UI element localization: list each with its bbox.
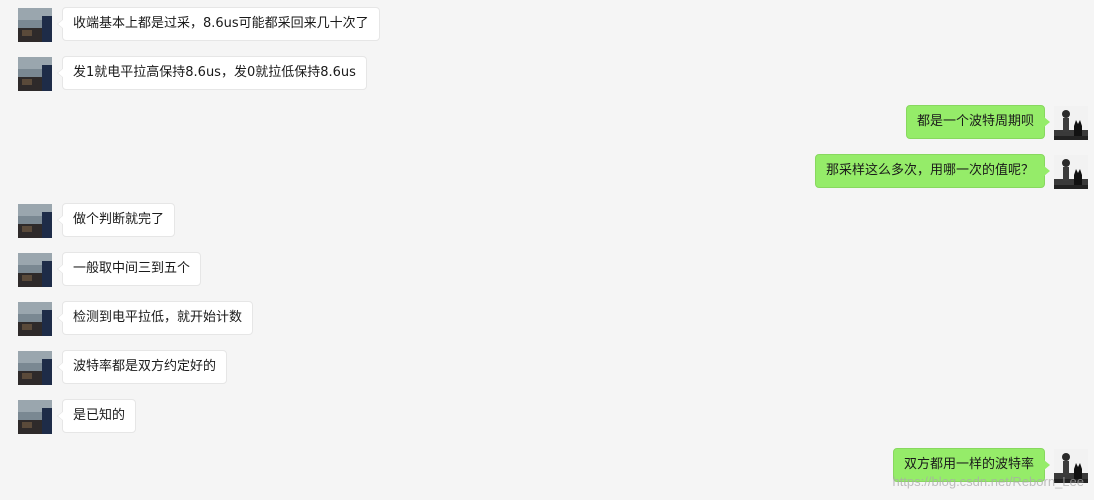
message-outgoing: 那采样这么多次，用哪一次的值呢？ — [0, 154, 1094, 190]
contact-avatar-icon[interactable] — [18, 400, 52, 434]
message-bubble[interactable]: 波特率都是双方约定好的 — [56, 350, 228, 384]
message-bubble[interactable]: 收端基本上都是过采，8.6us可能都采回来几十次了 — [57, 7, 380, 41]
message-bubble[interactable]: 是已知的 — [56, 399, 137, 433]
message-bubble[interactable]: 一般取中间三到五个 — [56, 252, 202, 286]
message-incoming: 是已知的 — [0, 399, 1094, 435]
contact-avatar-icon[interactable] — [18, 204, 52, 238]
message-bubble[interactable]: 检测到电平拉低，就开始计数 — [56, 301, 254, 335]
message-bubble[interactable]: 发1就电平拉高保持8.6us，发0就拉低保持8.6us — [57, 56, 367, 90]
contact-avatar-icon[interactable] — [18, 8, 52, 42]
message-incoming: 做个判断就完了 — [0, 203, 1094, 239]
message-incoming: 发1就电平拉高保持8.6us，发0就拉低保持8.6us — [0, 56, 1094, 92]
contact-avatar-icon[interactable] — [18, 253, 52, 287]
message-bubble[interactable]: 做个判断就完了 — [56, 203, 176, 237]
user-avatar-icon[interactable] — [1054, 106, 1088, 140]
watermark-text: https://blog.csdn.net/Reborn_Lee — [892, 474, 1084, 489]
message-incoming: 收端基本上都是过采，8.6us可能都采回来几十次了 — [0, 7, 1094, 43]
message-outgoing: 都是一个波特周期呗 — [0, 105, 1094, 141]
user-avatar-icon[interactable] — [1054, 155, 1088, 189]
contact-avatar-icon[interactable] — [18, 351, 52, 385]
message-bubble[interactable]: 都是一个波特周期呗 — [905, 105, 1051, 139]
message-incoming: 一般取中间三到五个 — [0, 252, 1094, 288]
contact-avatar-icon[interactable] — [18, 302, 52, 336]
message-incoming: 波特率都是双方约定好的 — [0, 350, 1094, 386]
message-bubble[interactable]: 那采样这么多次，用哪一次的值呢？ — [814, 154, 1051, 188]
chat-area: 收端基本上都是过采，8.6us可能都采回来几十次了 发1就电平拉高保持8.6us… — [0, 0, 1094, 500]
contact-avatar-icon[interactable] — [18, 57, 52, 91]
message-incoming: 检测到电平拉低，就开始计数 — [0, 301, 1094, 337]
